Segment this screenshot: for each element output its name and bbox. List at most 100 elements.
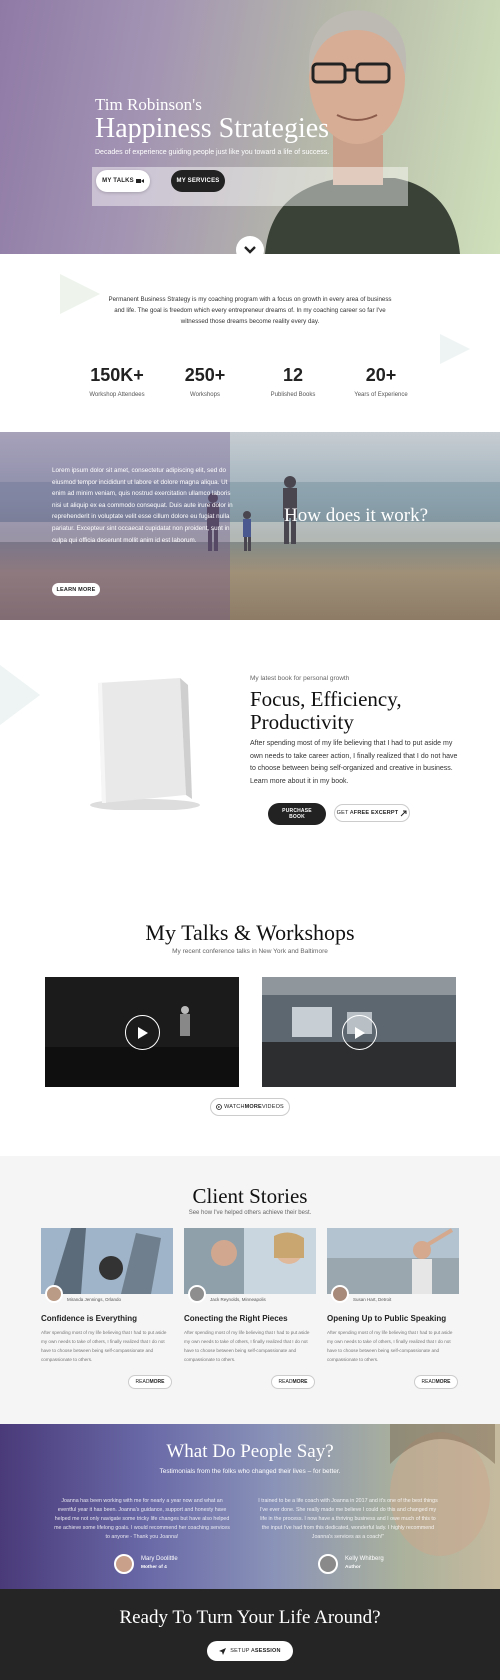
rocket-icon xyxy=(400,810,407,816)
read-more-button[interactable]: READ MORE xyxy=(271,1375,315,1389)
video-thumbnail-1[interactable] xyxy=(45,977,239,1087)
client-story-card: Jack Reynolds, Minneapolis Conecting the… xyxy=(184,1228,316,1364)
read-label-b: MORE xyxy=(292,1379,308,1385)
play-button[interactable] xyxy=(342,1015,377,1050)
talks-title: My Talks & Workshops xyxy=(145,920,355,945)
story-meta: Miranda Jennings, Orlando xyxy=(41,1285,173,1308)
decorative-triangle-left xyxy=(0,665,40,725)
my-services-button[interactable]: MY SERVICES xyxy=(171,170,225,192)
testimonial-quote-2: I trained to be a life coach with Joanna… xyxy=(258,1498,438,1540)
story-image-2 xyxy=(184,1228,316,1294)
cta-section: Ready To Turn Your Life Around? SETUP A … xyxy=(0,1589,500,1680)
clients-subtitle: See how I've helped others achieve their… xyxy=(188,1210,312,1216)
book-title-line-1: Focus, Efficiency, xyxy=(250,687,402,711)
book-tagline: My latest book for personal growth xyxy=(250,675,350,682)
decorative-triangle-left xyxy=(60,274,100,314)
avatar xyxy=(188,1285,206,1303)
how-it-works-section: Lorem ipsum dolor sit amet, consectetur … xyxy=(0,432,500,620)
read-more-button[interactable]: READ MORE xyxy=(414,1375,458,1389)
story-title: Conecting the Right Pieces xyxy=(184,1314,288,1323)
testimonial-role-2: Author xyxy=(345,1565,361,1570)
my-talks-label: MY TALKS xyxy=(102,178,134,184)
read-label-a: READ xyxy=(421,1379,436,1385)
stat-value: 20+ xyxy=(365,365,397,385)
cta-title: Ready To Turn Your Life Around? xyxy=(119,1607,381,1628)
how-text: Lorem ipsum dolor sit amet, consectetur … xyxy=(52,467,233,544)
story-meta: Jack Reynolds, Minneapolis xyxy=(184,1285,316,1308)
talks-section: My Talks & Workshops My recent conferenc… xyxy=(0,880,500,1156)
read-label-a: READ xyxy=(278,1379,293,1385)
clients-title: Client Stories xyxy=(192,1184,308,1208)
story-title: Confidence is Everything xyxy=(41,1314,138,1323)
hero-title: Happiness Strategies xyxy=(95,113,330,144)
stat-workshop-attendees: 150K+ Workshop Attendees xyxy=(72,365,162,398)
story-meta: Susan Hart, Detroit xyxy=(327,1285,459,1308)
purchase-label-line-2: BOOK xyxy=(289,814,305,820)
chevron-down-icon xyxy=(244,246,256,254)
decorative-triangle-right xyxy=(440,334,470,364)
stat-label: Workshops xyxy=(190,392,220,398)
stat-years-experience: 20+ Years of Experience xyxy=(336,365,426,398)
watch-more-videos-button[interactable]: WATCH MORE VIDEOS xyxy=(210,1098,290,1116)
story-author: Susan Hart, Detroit xyxy=(353,1297,392,1302)
stat-value: 12 xyxy=(282,365,304,385)
stat-value: 250+ xyxy=(184,365,226,385)
learn-more-button[interactable]: LEARN MORE xyxy=(52,583,100,596)
watch-label-b: MORE xyxy=(244,1104,262,1110)
intro-section: Permanent Business Strategy is my coachi… xyxy=(0,254,500,432)
story-image-1 xyxy=(41,1228,173,1294)
play-icon xyxy=(137,1026,148,1039)
purchase-book-button[interactable]: PURCHASE BOOK xyxy=(268,803,326,825)
play-icon xyxy=(354,1026,365,1039)
play-button[interactable] xyxy=(125,1015,160,1050)
excerpt-label-b: FREE EXCERPT xyxy=(353,810,399,816)
watch-label-a: WATCH xyxy=(224,1104,245,1110)
paper-plane-icon xyxy=(219,1647,227,1655)
testimonials-title: What Do People Say? xyxy=(166,1441,334,1462)
woman-beach-image xyxy=(327,1228,459,1294)
read-label-b: MORE xyxy=(435,1379,451,1385)
testimonial-role-1: Mother of 4 xyxy=(141,1565,167,1570)
testimonial-name-2: Kelly Whitberg xyxy=(345,1556,384,1562)
story-description: After spending most of my life believing… xyxy=(327,1330,453,1362)
skyscrapers-image xyxy=(41,1228,173,1294)
client-stories-section: Client Stories See how I've helped other… xyxy=(0,1156,500,1424)
book-section: My latest book for personal growth Focus… xyxy=(0,620,500,880)
play-circle-icon xyxy=(216,1104,222,1110)
read-label-a: READ xyxy=(135,1379,150,1385)
how-title: How does it work? xyxy=(284,505,429,526)
story-author: Jack Reynolds, Minneapolis xyxy=(210,1297,266,1302)
testimonials-subtitle: Testimonials from the folks who changed … xyxy=(159,1468,341,1475)
hero-name: Tim Robinson's xyxy=(95,95,202,114)
session-label-a: SETUP A xyxy=(230,1648,255,1654)
story-description: After spending most of my life believing… xyxy=(184,1330,310,1362)
avatar xyxy=(318,1554,338,1574)
client-story-card: Miranda Jennings, Orlando Confidence is … xyxy=(41,1228,173,1364)
stat-value: 150K+ xyxy=(90,365,144,385)
video-thumbnail-2[interactable] xyxy=(262,977,456,1087)
hero-subtitle: Decades of experience guiding people jus… xyxy=(95,149,330,156)
my-talks-button[interactable]: MY TALKS xyxy=(96,170,150,192)
avatar xyxy=(331,1285,349,1303)
stat-label: Years of Experience xyxy=(354,392,408,398)
read-more-button[interactable]: READ MORE xyxy=(128,1375,172,1389)
stat-label: Workshop Attendees xyxy=(89,392,145,398)
talks-subtitle: My recent conference talks in New York a… xyxy=(172,948,328,955)
story-author: Miranda Jennings, Orlando xyxy=(67,1297,122,1302)
story-image-3 xyxy=(327,1228,459,1294)
session-label-b: SESSION xyxy=(254,1648,281,1654)
setup-session-button[interactable]: SETUP A SESSION xyxy=(207,1641,293,1661)
video-camera-icon xyxy=(135,179,144,183)
excerpt-label-a: GET A xyxy=(336,810,354,816)
read-label-b: MORE xyxy=(149,1379,165,1385)
stat-label: Published Books xyxy=(270,392,316,398)
father-child-image xyxy=(184,1228,316,1294)
free-excerpt-button[interactable]: GET A FREE EXCERPT xyxy=(334,804,410,822)
book-cover-image xyxy=(90,678,200,810)
story-description: After spending most of my life believing… xyxy=(41,1330,167,1362)
story-title: Opening Up to Public Speaking xyxy=(327,1314,447,1323)
hero-section: Tim Robinson's Happiness Strategies Deca… xyxy=(0,0,500,254)
client-story-card: Susan Hart, Detroit Opening Up to Public… xyxy=(327,1228,459,1364)
intro-text: Permanent Business Strategy is my coachi… xyxy=(108,296,392,325)
avatar xyxy=(45,1285,63,1303)
